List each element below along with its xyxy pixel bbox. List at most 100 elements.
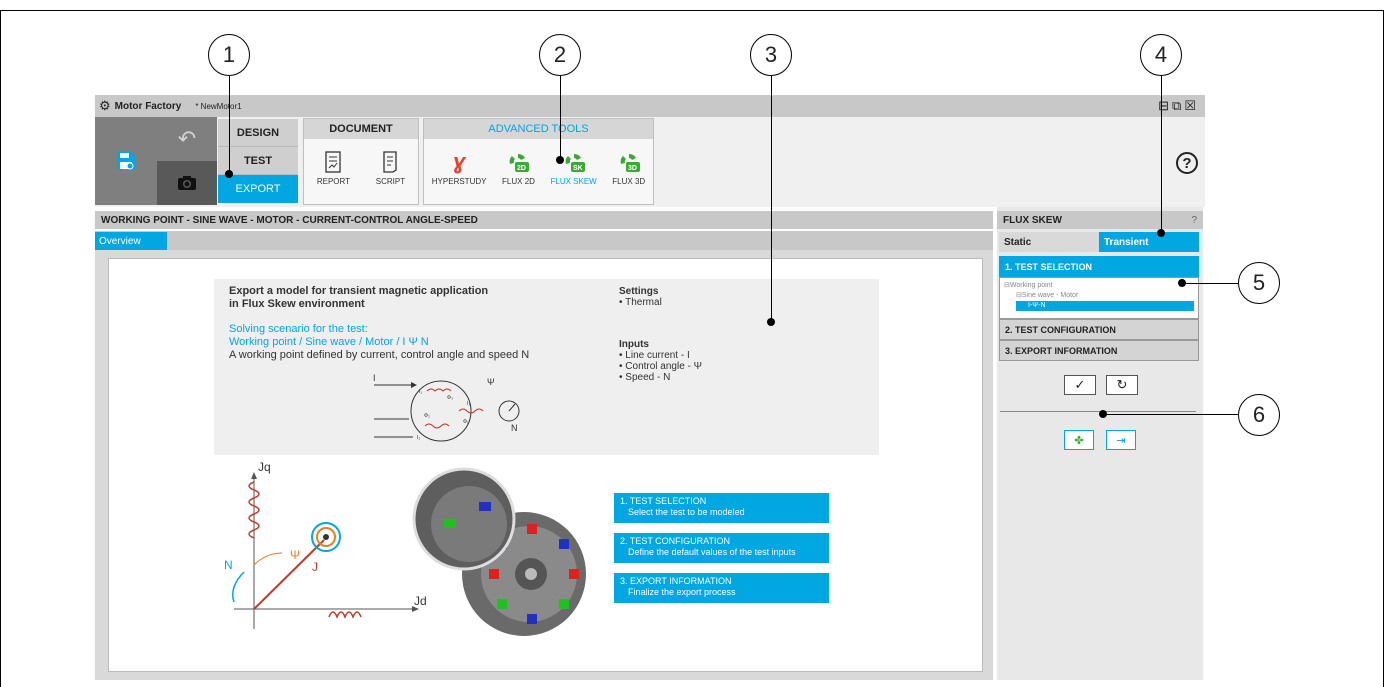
tree-item-working-point[interactable]: ⊟Working point xyxy=(1004,281,1194,291)
flux-skew-button[interactable]: SK FLUX SKEW xyxy=(551,147,597,186)
apply-button[interactable]: ✓ xyxy=(1064,375,1096,395)
reset-button[interactable]: ↻ xyxy=(1106,375,1138,395)
undo-icon: ↶ xyxy=(177,126,197,151)
screenshot-button[interactable] xyxy=(157,161,217,205)
callout-3: 3 xyxy=(750,34,792,76)
section-export-information[interactable]: 3. EXPORT INFORMATION xyxy=(999,340,1199,361)
export-mode-button[interactable]: EXPORT xyxy=(218,175,298,203)
flux-skew-icon: SK xyxy=(562,147,586,177)
callout-4: 4 xyxy=(1140,34,1182,76)
hyperstudy-icon: ɣ xyxy=(453,149,466,174)
hyperstudy-button[interactable]: ɣ HYPERSTUDY xyxy=(432,147,487,186)
tab-static[interactable]: Static xyxy=(999,232,1099,252)
svg-text:I₂: I₂ xyxy=(417,435,420,441)
callout-2: 2 xyxy=(539,34,581,76)
tree-item-sine-wave[interactable]: ⊟Sine wave - Motor xyxy=(1004,291,1194,301)
svg-text:2D: 2D xyxy=(517,165,526,172)
overview-heading: Export a model for transient magnetic ap… xyxy=(229,285,489,310)
callout-5-line xyxy=(1183,283,1238,284)
section-test-selection[interactable]: 1. TEST SELECTION xyxy=(999,256,1199,277)
svg-text:Jq: Jq xyxy=(258,460,271,474)
panel-tabs: Static Transient xyxy=(999,232,1199,252)
save-icon xyxy=(117,152,135,170)
callout-2-line xyxy=(560,76,561,158)
callout-4-line xyxy=(1161,76,1162,232)
scenario-block: Solving scenario for the test: Working p… xyxy=(229,323,530,361)
svg-text:Ψ: Ψ xyxy=(487,377,495,387)
script-icon xyxy=(381,147,399,177)
restore-icon[interactable]: ⧉ xyxy=(1172,98,1184,113)
check-icon: ✓ xyxy=(1074,377,1086,392)
window-controls[interactable]: ⊟⧉☒ xyxy=(1158,98,1199,114)
svg-text:Φ₃: Φ₃ xyxy=(447,395,453,401)
tab-strip xyxy=(95,231,993,250)
callout-5-dot xyxy=(1178,279,1186,287)
document-group-title: DOCUMENT xyxy=(304,119,418,139)
flux-2d-button[interactable]: 2D FLUX 2D xyxy=(502,147,535,186)
test-tree: ⊟Working point ⊟Sine wave - Motor I-Ψ-N xyxy=(999,277,1199,319)
steps-list: 1. TEST SELECTION Select the test to be … xyxy=(614,493,829,603)
tab-overview[interactable]: Overview xyxy=(95,232,167,250)
file-name: * NewMotor1 xyxy=(195,101,242,111)
app-logo-icon: ⚙ xyxy=(99,98,111,113)
svg-text:I: I xyxy=(373,373,376,383)
motor-illustration xyxy=(412,467,586,636)
export-icon: ⇥ xyxy=(1116,434,1126,447)
report-icon xyxy=(324,147,342,177)
undo-button[interactable]: ↶ xyxy=(157,117,217,161)
svg-text:Φ₂: Φ₂ xyxy=(424,413,430,419)
flux-3d-icon: 3D xyxy=(617,147,641,177)
callout-2-dot xyxy=(556,156,564,164)
step-test-selection: 1. TEST SELECTION Select the test to be … xyxy=(614,493,829,523)
svg-text:N: N xyxy=(224,558,233,572)
callout-6-dot xyxy=(1099,410,1107,418)
svg-text:SK: SK xyxy=(573,165,583,172)
save-button[interactable] xyxy=(95,117,157,205)
tree-item-selected-test[interactable]: I-Ψ-N xyxy=(1016,301,1194,311)
panel-accordion: 1. TEST SELECTION ⊟Working point ⊟Sine w… xyxy=(999,256,1199,361)
export-flux-skew-button[interactable]: ✤ xyxy=(1064,430,1094,450)
step-export-information: 3. EXPORT INFORMATION Finalize the expor… xyxy=(614,573,829,603)
design-mode-button[interactable]: DESIGN xyxy=(218,119,298,147)
script-button[interactable]: SCRIPT xyxy=(376,147,405,186)
report-button[interactable]: REPORT xyxy=(317,147,350,186)
motor-circuit-diagram: I Ψ N Φ₃ Φ₂ Φ₁ I₁ I₂ I₃ xyxy=(373,373,520,442)
main-title-bar: WORKING POINT - SINE WAVE - MOTOR - CURR… xyxy=(95,211,993,229)
callout-4-dot xyxy=(1157,229,1165,237)
callout-3-line xyxy=(771,76,772,320)
tab-transient[interactable]: Transient xyxy=(1099,232,1199,252)
callout-3-dot xyxy=(767,318,775,326)
panel-title-bar: FLUX SKEW ? xyxy=(997,211,1203,229)
svg-text:3D: 3D xyxy=(628,165,637,172)
mode-buttons: DESIGN TEST EXPORT xyxy=(218,119,298,203)
callout-1-line xyxy=(229,76,230,172)
panel-help-icon[interactable]: ? xyxy=(1191,215,1197,226)
svg-text:I₃: I₃ xyxy=(467,401,470,407)
section-test-configuration[interactable]: 2. TEST CONFIGURATION xyxy=(999,319,1199,340)
callout-6-line xyxy=(1103,414,1238,415)
panel-divider xyxy=(1000,411,1196,412)
export-file-button[interactable]: ⇥ xyxy=(1106,430,1136,450)
help-icon[interactable]: ? xyxy=(1176,152,1198,174)
flux-3d-button[interactable]: 3D FLUX 3D xyxy=(612,147,645,186)
settings-block: Settings • Thermal xyxy=(619,286,662,308)
camera-icon xyxy=(178,176,196,190)
svg-text:Φ₁: Φ₁ xyxy=(463,419,469,425)
document-group: DOCUMENT REPORT SCRIPT xyxy=(303,118,419,205)
vector-diagram: Jq Jd Ψ J N xyxy=(224,460,427,629)
advanced-tools-title: ADVANCED TOOLS xyxy=(424,119,653,139)
callout-6: 6 xyxy=(1238,394,1280,436)
callout-1: 1 xyxy=(208,34,250,76)
svg-text:Ψ: Ψ xyxy=(290,548,300,562)
overview-content: Export a model for transient magnetic ap… xyxy=(108,258,983,672)
title-bar: ⚙ Motor Factory * NewMotor1 ⊟⧉☒ xyxy=(95,95,1205,117)
svg-text:I₁: I₁ xyxy=(419,389,422,395)
flux-skew-small-icon: ✤ xyxy=(1074,434,1084,447)
svg-text:J: J xyxy=(312,560,318,574)
close-icon[interactable]: ☒ xyxy=(1184,98,1199,113)
callout-5: 5 xyxy=(1238,262,1280,304)
step-test-configuration: 2. TEST CONFIGURATION Define the default… xyxy=(614,533,829,563)
svg-text:N: N xyxy=(511,423,518,433)
flux-2d-icon: 2D xyxy=(506,147,530,177)
callout-1-dot xyxy=(225,170,233,178)
